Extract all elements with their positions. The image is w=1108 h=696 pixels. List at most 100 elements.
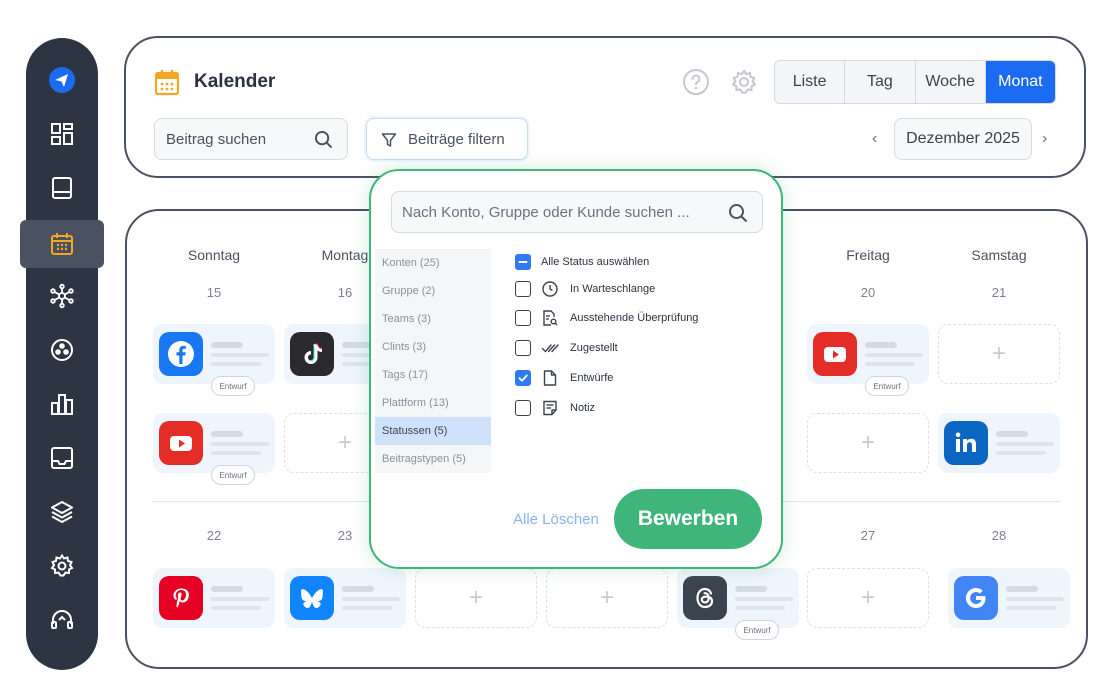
- paper-plane-icon: [49, 67, 75, 93]
- status-select-all[interactable]: Alle Status auswählen: [515, 252, 649, 272]
- status-pending-review[interactable]: Ausstehende Überprüfung: [515, 308, 698, 328]
- filter-category-tags[interactable]: Tags (17): [375, 361, 491, 389]
- sidebar-item-analytics[interactable]: [26, 380, 98, 428]
- sidebar-item-logo[interactable]: [26, 56, 98, 104]
- double-check-icon: [541, 344, 559, 353]
- network-icon: [50, 283, 74, 309]
- document-search-icon: [543, 310, 558, 326]
- date-28: 28: [991, 528, 1007, 543]
- filter-category-post-types[interactable]: Beitragstypen (5): [375, 445, 491, 473]
- calendar-header: Kalender Liste Tag Woche Monat Beitrag s…: [124, 36, 1086, 178]
- status-checkbox[interactable]: [515, 370, 531, 386]
- filter-category-platform[interactable]: Plattform (13): [375, 389, 491, 417]
- sidebar-item-groups[interactable]: [26, 326, 98, 374]
- view-month-button[interactable]: Monat: [985, 61, 1055, 103]
- post-card-bluesky[interactable]: [284, 568, 406, 628]
- status-label: In Warteschlange: [570, 283, 656, 295]
- view-list-button[interactable]: Liste: [775, 61, 846, 103]
- post-card-pinterest[interactable]: [153, 568, 275, 628]
- document-icon: [543, 370, 557, 386]
- status-delivered[interactable]: Zugestellt: [515, 338, 618, 358]
- bluesky-icon: [290, 576, 334, 620]
- inbox-icon: [51, 447, 73, 469]
- post-card-youtube[interactable]: Entwurf: [153, 413, 275, 485]
- date-21: 21: [991, 285, 1007, 300]
- help-icon[interactable]: [682, 68, 710, 96]
- date-15: 15: [206, 285, 222, 300]
- view-day-button[interactable]: Tag: [845, 61, 916, 103]
- sidebar-item-inbox[interactable]: [26, 434, 98, 482]
- status-label: Ausstehende Überprüfung: [570, 312, 699, 324]
- note-icon: [543, 400, 557, 416]
- gear-icon: [50, 553, 74, 577]
- status-checkbox[interactable]: [515, 310, 531, 326]
- status-note[interactable]: Notiz: [515, 398, 595, 418]
- sidebar-item-support[interactable]: [26, 596, 98, 644]
- next-month-button[interactable]: ›: [1042, 130, 1047, 148]
- filter-category-teams[interactable]: Teams (3): [375, 305, 491, 333]
- filter-category-clients[interactable]: Clints (3): [375, 333, 491, 361]
- status-label: Zugestellt: [570, 342, 618, 354]
- youtube-icon: [159, 421, 203, 465]
- dashboard-icon: [51, 123, 73, 145]
- linkedin-icon: [944, 421, 988, 465]
- sidebar-item-library[interactable]: [26, 164, 98, 212]
- view-week-button[interactable]: Woche: [916, 61, 986, 103]
- add-post-slot[interactable]: +: [546, 568, 668, 628]
- google-icon: [954, 576, 998, 620]
- status-checkbox[interactable]: [515, 281, 531, 297]
- post-card-threads[interactable]: Entwurf: [677, 568, 799, 640]
- sidebar-item-calendar[interactable]: [20, 220, 104, 268]
- post-card-linkedin[interactable]: [938, 413, 1060, 473]
- day-name-friday: Freitag: [846, 247, 890, 263]
- calendar-icon: [154, 70, 180, 96]
- filter-category-statuses[interactable]: Statussen (5): [375, 417, 491, 445]
- draft-badge: Entwurf: [865, 376, 909, 396]
- add-post-slot[interactable]: +: [415, 568, 537, 628]
- apply-button[interactable]: Bewerben: [614, 489, 762, 549]
- clock-icon: [542, 281, 558, 297]
- pinterest-icon: [159, 576, 203, 620]
- search-placeholder: Beitrag suchen: [166, 131, 267, 148]
- sidebar-item-dashboard[interactable]: [26, 110, 98, 158]
- status-drafts[interactable]: Entwürfe: [515, 368, 613, 388]
- post-card-youtube[interactable]: Entwurf: [807, 324, 929, 396]
- date-20: 20: [860, 285, 876, 300]
- post-search-input[interactable]: Beitrag suchen: [154, 118, 348, 160]
- add-post-slot[interactable]: +: [938, 324, 1060, 384]
- circle-dots-icon: [51, 339, 73, 361]
- filter-category-group[interactable]: Gruppe (2): [375, 277, 491, 305]
- book-icon: [52, 177, 72, 199]
- post-card-facebook[interactable]: Entwurf: [153, 324, 275, 396]
- add-post-slot[interactable]: +: [807, 413, 929, 473]
- clear-all-button[interactable]: Alle Löschen: [513, 511, 599, 528]
- threads-icon: [683, 576, 727, 620]
- headset-icon: [51, 610, 73, 629]
- add-post-slot[interactable]: +: [807, 568, 929, 628]
- filter-search-input[interactable]: Nach Konto, Gruppe oder Kunde suchen ...: [391, 191, 763, 233]
- day-name-sunday: Sonntag: [187, 247, 241, 263]
- select-all-checkbox[interactable]: [515, 254, 531, 270]
- page-title: Kalender: [194, 71, 276, 92]
- facebook-icon: [159, 332, 203, 376]
- filter-label: Beiträge filtern: [408, 131, 505, 148]
- filter-posts-button[interactable]: Beiträge filtern: [366, 118, 528, 160]
- sidebar-item-settings[interactable]: [26, 542, 98, 590]
- youtube-icon: [813, 332, 857, 376]
- status-checkbox[interactable]: [515, 340, 531, 356]
- status-queued[interactable]: In Warteschlange: [515, 279, 655, 299]
- view-switcher: Liste Tag Woche Monat: [774, 60, 1056, 104]
- sidebar-item-network[interactable]: [26, 272, 98, 320]
- prev-month-button[interactable]: ‹: [872, 130, 877, 148]
- status-label: Notiz: [570, 402, 596, 414]
- date-27: 27: [860, 528, 876, 543]
- month-selector[interactable]: Dezember 2025: [894, 118, 1032, 160]
- settings-gear-icon[interactable]: [730, 68, 758, 96]
- sidebar-item-layers[interactable]: [26, 488, 98, 536]
- filter-popup: Nach Konto, Gruppe oder Kunde suchen ...…: [369, 169, 783, 569]
- status-label: Alle Status auswählen: [541, 256, 650, 268]
- post-card-google[interactable]: [948, 568, 1070, 628]
- draft-badge: Entwurf: [735, 620, 779, 640]
- filter-category-accounts[interactable]: Konten (25): [375, 249, 491, 277]
- status-checkbox[interactable]: [515, 400, 531, 416]
